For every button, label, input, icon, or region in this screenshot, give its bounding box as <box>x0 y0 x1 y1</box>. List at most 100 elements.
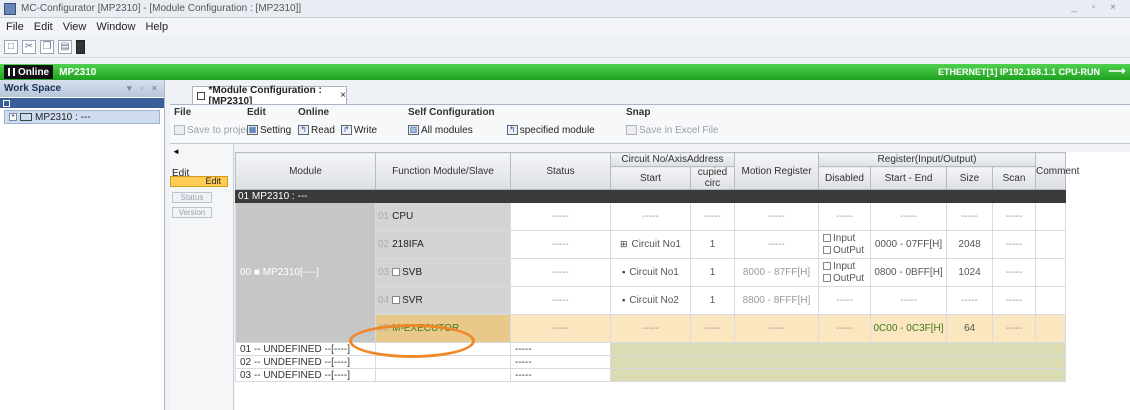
header-module[interactable]: Module <box>235 152 376 190</box>
version-mode-button[interactable]: Version <box>172 207 212 218</box>
edit-side-pane: ◄ Edit Edit Status Version <box>170 144 234 410</box>
ribbon-group-file: File Save to project <box>174 107 254 139</box>
save-excel-label: Save in Excel File <box>639 124 719 136</box>
workspace-root-node[interactable] <box>0 98 164 108</box>
function-cell[interactable]: 02 218IFA <box>375 230 511 259</box>
workspace-header: Work Space ▾ ▫ × <box>0 80 164 97</box>
workspace-panel: Work Space ▾ ▫ × + MP2310 : --- <box>0 80 165 410</box>
input-checkbox[interactable] <box>823 261 832 270</box>
header-occupied[interactable]: cupied circ <box>689 166 736 190</box>
header-size[interactable]: Size <box>946 166 994 190</box>
online-icon <box>8 68 15 76</box>
table-row-undefined[interactable]: 03 -- UNDEFINED --[----] ----- <box>235 368 1067 382</box>
header-status[interactable]: Status <box>510 152 611 190</box>
tab-close-icon[interactable]: × <box>340 90 346 101</box>
setting-label: Setting <box>260 124 292 136</box>
comment-cell[interactable] <box>1035 286 1067 315</box>
paste-icon[interactable]: ▤ <box>58 39 72 54</box>
expand-icon[interactable]: + <box>9 113 17 121</box>
io-checkbox-cell[interactable]: Input OutPut <box>818 230 872 259</box>
size-cell: 64 <box>946 314 994 343</box>
circuit-label: Circuit No1 <box>629 267 679 278</box>
ribbon-group-self-configuration: Self Configuration ▥ All modules ↰ speci… <box>408 107 595 139</box>
edit-mode-button[interactable]: Edit <box>170 176 228 187</box>
size-cell: ----- <box>946 202 994 231</box>
output-checkbox[interactable] <box>823 273 832 282</box>
expand-icon[interactable] <box>392 296 401 305</box>
workspace-controls[interactable]: ▾ ▫ × <box>127 83 160 94</box>
save-excel-button[interactable]: Save in Excel File <box>626 125 718 136</box>
function-cell[interactable]: 01 CPU <box>375 202 511 231</box>
menu-help[interactable]: Help <box>145 21 168 33</box>
undefined-module-cell[interactable]: 03 -- UNDEFINED --[----] <box>235 368 376 382</box>
occupied-cell: 1 <box>689 230 736 259</box>
header-comment[interactable]: Comment <box>1035 152 1079 190</box>
servo-icon: ▪ <box>622 295 626 305</box>
size-cell: ----- <box>946 286 994 315</box>
module-cell-mp2310[interactable]: 00 ■ MP2310[----] <box>235 202 376 343</box>
circuit-cell: ▪ Circuit No2 <box>610 286 691 315</box>
table-icon: ▦ <box>247 125 258 135</box>
write-button[interactable]: ↱ Write <box>340 125 377 136</box>
scan-cell: ----- <box>992 258 1037 287</box>
function-cell[interactable]: 04 SVR <box>375 286 511 315</box>
disabled-dash: ----- <box>836 211 853 222</box>
scan-cell: ----- <box>992 202 1037 231</box>
collapse-pane-icon[interactable]: ◄ <box>172 147 180 156</box>
io-checkbox-cell[interactable]: Input OutPut <box>818 258 872 287</box>
header-motion-register[interactable]: Motion Register <box>734 152 820 190</box>
connect-arrow-icon[interactable]: ⟶ <box>1108 65 1126 79</box>
ribbon-self-config-title: Self Configuration <box>408 107 495 118</box>
header-register[interactable]: Register(Input/Output) <box>818 152 1037 167</box>
comment-cell[interactable] <box>1035 202 1067 231</box>
read-button[interactable]: ↰ Read <box>298 125 335 136</box>
cut-icon[interactable]: ✂ <box>22 39 36 54</box>
document-area: *Module Configuration : [MP2310] × File … <box>170 80 1130 410</box>
save-to-project-button[interactable]: Save to project <box>174 125 254 136</box>
function-cell[interactable]: 03 SVB <box>375 258 511 287</box>
window-controls[interactable]: _ ▫ × <box>1071 2 1122 13</box>
comment-cell[interactable] <box>1035 230 1067 259</box>
undefined-fill <box>609 368 1067 382</box>
specified-module-button[interactable]: ↰ specified module <box>506 125 595 136</box>
menu-edit[interactable]: Edit <box>34 21 53 33</box>
motion-cell: ----- <box>734 230 820 259</box>
all-modules-button[interactable]: ▥ All modules <box>408 125 473 136</box>
header-scan[interactable]: Scan <box>992 166 1037 190</box>
menu-view[interactable]: View <box>63 21 87 33</box>
input-checkbox[interactable] <box>823 233 832 242</box>
setting-button[interactable]: ▦ Setting <box>247 125 291 136</box>
new-icon[interactable]: □ <box>4 39 18 54</box>
module-configuration-grid: Module Function Module/Slave Status Circ… <box>234 152 1130 410</box>
occupied-cell: 1 <box>689 258 736 287</box>
toolbar-options-icon[interactable] <box>76 39 85 54</box>
header-circuit[interactable]: Circuit No/AxisAddress <box>609 152 736 167</box>
group-row[interactable]: 01 MP2310 : --- <box>234 189 1067 203</box>
status-cell: ----- <box>510 258 611 287</box>
undefined-module-cell[interactable]: 02 -- UNDEFINED --[----] <box>235 355 376 369</box>
output-checkbox[interactable] <box>823 245 832 254</box>
menu-file[interactable]: File <box>6 21 24 33</box>
expand-icon[interactable] <box>392 268 401 277</box>
workspace-node-label: MP2310 : --- <box>35 111 91 123</box>
ribbon-snap-title: Snap <box>626 107 651 118</box>
menu-window[interactable]: Window <box>96 21 135 33</box>
specified-module-icon: ↰ <box>506 125 518 135</box>
ribbon-edit-title: Edit <box>247 107 266 118</box>
ribbon-online-title: Online <box>298 107 330 118</box>
header-function[interactable]: Function Module/Slave <box>375 152 511 190</box>
copy-icon[interactable]: ❐ <box>40 39 54 54</box>
app-icon <box>4 2 16 15</box>
workspace-node-mp2310[interactable]: + MP2310 : --- <box>4 110 160 124</box>
status-mode-button[interactable]: Status <box>172 192 212 203</box>
header-start[interactable]: Start <box>610 166 691 190</box>
table-row-undefined[interactable]: 02 -- UNDEFINED --[----] ----- <box>235 355 1067 369</box>
table-row[interactable]: 00 ■ MP2310[----] 01 CPU ----- ----- ----… <box>235 202 1067 343</box>
comment-cell[interactable] <box>1035 258 1067 287</box>
function-name: SVR <box>402 295 423 306</box>
header-disabled[interactable]: Disabled <box>818 166 872 190</box>
tab-module-configuration[interactable]: *Module Configuration : [MP2310] × <box>192 85 347 107</box>
header-start-end[interactable]: Start - End <box>870 166 948 190</box>
comment-cell[interactable] <box>1035 314 1067 343</box>
online-status-bar: Online MP2310 ETHERNET[1] IP192.168.1.1 … <box>0 64 1130 80</box>
